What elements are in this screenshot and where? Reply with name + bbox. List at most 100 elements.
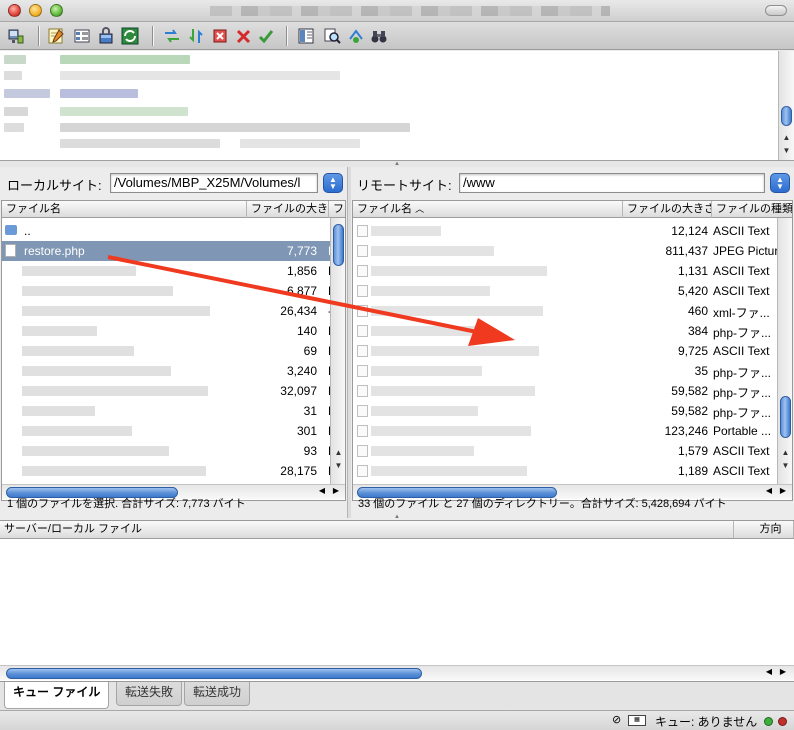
table-row[interactable]: 5,420 ASCII Text xyxy=(353,281,792,301)
binoculars-icon[interactable] xyxy=(369,26,389,46)
table-row[interactable]: 1,189 ASCII Text xyxy=(353,461,792,481)
queue-hscroll[interactable]: ◀ ▶ xyxy=(0,665,794,680)
file-type: ASCII Text xyxy=(713,284,770,298)
table-row[interactable]: 140P xyxy=(2,321,345,341)
log-scroll-thumb[interactable] xyxy=(781,106,792,126)
table-row[interactable]: 1,856P xyxy=(2,261,345,281)
binary-mode-icon: ▦ xyxy=(628,715,646,726)
queue-hscroll-thumb[interactable] xyxy=(6,668,422,679)
local-col-type[interactable]: ファ xyxy=(329,201,345,218)
remote-vscroll-thumb[interactable] xyxy=(780,396,791,438)
table-row[interactable]: 1,579 ASCII Text xyxy=(353,441,792,461)
cancel-icon[interactable] xyxy=(210,26,230,46)
queue-tabs: キュー ファイル 転送失敗 転送成功 xyxy=(0,682,794,710)
toolbar-toggle-button[interactable] xyxy=(765,5,787,16)
local-col-size[interactable]: ファイルの大きさ xyxy=(247,201,329,218)
table-row[interactable]: 69P xyxy=(2,341,345,361)
table-row[interactable]: 6,877P xyxy=(2,281,345,301)
transfer-icon[interactable] xyxy=(186,26,206,46)
local-col-name[interactable]: ファイル名 xyxy=(2,201,247,218)
table-row[interactable]: 9,725 ASCII Text xyxy=(353,341,792,361)
file-type: ASCII Text xyxy=(713,464,770,478)
zoom-window-button[interactable] xyxy=(50,4,63,17)
table-row[interactable]: 384 php-ファ... xyxy=(353,321,792,341)
remote-path-field[interactable]: /www xyxy=(459,173,765,193)
transfer-queue[interactable]: サーバー/ローカル ファイル 方向 ◀ ▶ xyxy=(0,520,794,682)
remote-hscroll-right[interactable]: ▶ xyxy=(780,486,786,495)
window-title-redacted xyxy=(210,6,610,16)
local-vscroll[interactable]: ▲ ▼ xyxy=(330,218,345,484)
table-row[interactable]: 460 xml-ファ... xyxy=(353,301,792,321)
table-row[interactable]: 32,097H xyxy=(2,381,345,401)
remote-scroll-up[interactable]: ▲ xyxy=(778,446,792,459)
tab-queued-files[interactable]: キュー ファイル xyxy=(4,682,110,709)
status-bar: ⊘ ▦ キュー: ありません xyxy=(0,710,794,730)
log-scroll-up[interactable]: ▲ xyxy=(779,131,794,144)
process-queue-icon[interactable] xyxy=(162,26,182,46)
lock-icon[interactable] xyxy=(96,26,116,46)
file-icon xyxy=(357,465,368,477)
tab-successful-transfers[interactable]: 転送成功 xyxy=(184,682,251,706)
edit-icon[interactable] xyxy=(46,26,66,46)
file-name: .. xyxy=(24,224,31,238)
table-row[interactable]: 31P xyxy=(2,401,345,421)
table-row[interactable]: restore.php7,773P xyxy=(2,241,345,261)
close-window-button[interactable] xyxy=(8,4,21,17)
table-row[interactable]: 93H xyxy=(2,441,345,461)
local-vscroll-thumb[interactable] xyxy=(333,224,344,266)
speed-limit-icon[interactable]: ⊘ xyxy=(612,713,621,726)
toggle-view-icon[interactable] xyxy=(296,26,316,46)
remote-scroll-down[interactable]: ▼ xyxy=(778,459,792,472)
table-row[interactable]: 59,582 php-ファ... xyxy=(353,381,792,401)
remote-col-size[interactable]: ファイルの大きさ xyxy=(623,201,712,218)
local-hscroll-right[interactable]: ▶ xyxy=(333,486,339,495)
list-icon[interactable] xyxy=(72,26,92,46)
minimize-window-button[interactable] xyxy=(29,4,42,17)
toolbar xyxy=(0,22,794,50)
remote-hscroll-left[interactable]: ◀ xyxy=(766,486,772,495)
remote-file-list[interactable]: ファイル名 ︿ ファイルの大きさ ファイルの種類 12,124 ASCII Tex… xyxy=(352,200,793,501)
remote-col-type[interactable]: ファイルの種類 xyxy=(712,201,792,218)
tab-failed-transfers[interactable]: 転送失敗 xyxy=(116,682,183,706)
table-row[interactable]: 26,434- xyxy=(2,301,345,321)
queue-col-direction[interactable]: 方向 xyxy=(734,521,794,538)
table-row[interactable]: 3,240P xyxy=(2,361,345,381)
redacted-name xyxy=(371,226,441,236)
table-row[interactable]: 12,124 ASCII Text xyxy=(353,221,792,241)
log-scrollbar[interactable]: ▲ ▼ xyxy=(778,51,794,160)
remote-vscroll[interactable]: ▲ ▼ xyxy=(777,218,792,484)
queue-hscroll-left[interactable]: ◀ xyxy=(766,667,772,676)
site-manager-icon[interactable] xyxy=(6,26,26,46)
table-row[interactable]: 811,437 JPEG Picture xyxy=(353,241,792,261)
queue-col-file[interactable]: サーバー/ローカル ファイル xyxy=(0,521,734,538)
title-bar[interactable] xyxy=(0,0,794,22)
table-row[interactable]: 123,246 Portable ... xyxy=(353,421,792,441)
disconnect-icon[interactable] xyxy=(234,26,254,46)
file-size: 28,175 xyxy=(280,464,317,478)
table-row[interactable]: 301P xyxy=(2,421,345,441)
table-row[interactable]: 59,582 php-ファ... xyxy=(353,401,792,421)
log-scroll-down[interactable]: ▼ xyxy=(779,144,794,157)
queue-hscroll-right[interactable]: ▶ xyxy=(780,667,786,676)
remote-col-name[interactable]: ファイル名 ︿ xyxy=(353,201,623,218)
table-row[interactable]: 1,131 ASCII Text xyxy=(353,261,792,281)
local-path-stepper[interactable]: ▲ ▼ xyxy=(323,173,343,193)
ftp-client-window: ▲ ▼ ▲ ローカルサイト: /Volumes/MBP_X25M/Volumes… xyxy=(0,0,794,730)
local-hscroll-left[interactable]: ◀ xyxy=(319,486,325,495)
file-size: 1,856 xyxy=(286,264,317,278)
local-scroll-down[interactable]: ▼ xyxy=(331,459,345,472)
local-scroll-up[interactable]: ▲ xyxy=(331,446,345,459)
find-icon[interactable] xyxy=(322,26,342,46)
compare-icon[interactable] xyxy=(346,26,366,46)
refresh-icon[interactable] xyxy=(120,26,140,46)
redacted-name xyxy=(22,306,210,316)
remote-site-label: リモートサイト: xyxy=(357,178,452,193)
parent-dir-row[interactable]: .. xyxy=(2,221,345,241)
local-file-list[interactable]: ファイル名 ファイルの大きさ ファ ..restore.php7,773P1,8… xyxy=(1,200,346,501)
reconnect-icon[interactable] xyxy=(256,26,276,46)
remote-path-stepper[interactable]: ▲ ▼ xyxy=(770,173,790,193)
table-row[interactable]: 35 php-ファ... xyxy=(353,361,792,381)
table-row[interactable]: 28,175P xyxy=(2,461,345,481)
file-type: ASCII Text xyxy=(713,224,770,238)
local-path-field[interactable]: /Volumes/MBP_X25M/Volumes/l xyxy=(110,173,318,193)
